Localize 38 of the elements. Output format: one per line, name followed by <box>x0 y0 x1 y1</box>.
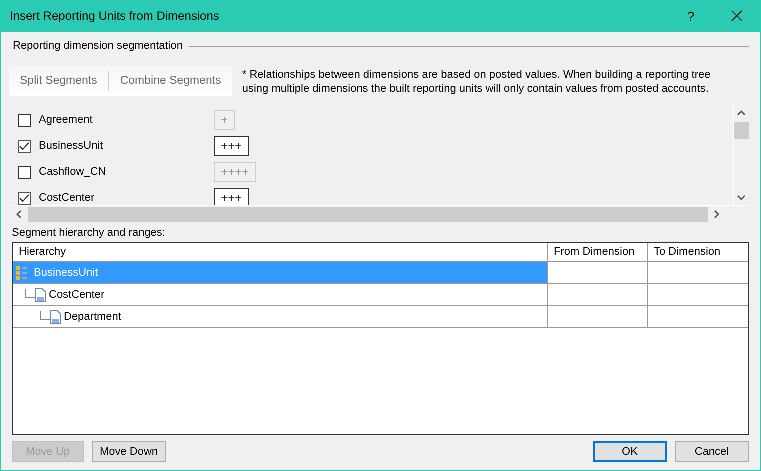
column-header: From Dimension <box>548 243 648 262</box>
tree-connector-icon <box>25 288 35 300</box>
tree-row[interactable]: Department <box>13 306 548 328</box>
scroll-down-icon[interactable] <box>737 195 746 201</box>
tree-connector-icon <box>40 310 50 322</box>
scroll-up-icon[interactable] <box>737 110 746 116</box>
dialog-button[interactable]: Move Down <box>92 441 166 462</box>
dimension-label: BusinessUnit <box>39 140 104 152</box>
document-icon <box>35 288 46 302</box>
scroll-thumb[interactable] <box>28 206 708 222</box>
dimension-label: Cashflow_CN <box>39 166 108 178</box>
tab[interactable]: Combine Segments <box>109 66 232 96</box>
dimension-label: CostCenter <box>39 192 96 204</box>
help-button[interactable]: ? <box>668 0 714 32</box>
document-icon <box>50 310 61 324</box>
window-title: Insert Reporting Units from Dimensions <box>10 9 220 23</box>
scroll-right-icon[interactable] <box>714 210 720 218</box>
tree-item-label: BusinessUnit <box>34 266 98 278</box>
segment-button[interactable]: +++ <box>214 188 250 205</box>
tree-item-label: CostCenter <box>49 288 105 300</box>
scroll-left-icon[interactable] <box>16 210 22 218</box>
tab[interactable]: Split Segments <box>9 66 108 96</box>
scroll-thumb[interactable] <box>734 122 749 139</box>
horizontal-scrollbar[interactable] <box>12 205 749 222</box>
dialog-button[interactable]: Cancel <box>675 441 749 462</box>
close-icon <box>731 10 743 22</box>
vertical-scrollbar[interactable] <box>733 104 749 205</box>
tree-row[interactable]: CostCenter <box>13 284 548 306</box>
dialog-button[interactable]: OK <box>593 441 667 462</box>
segment-button[interactable]: +++ <box>214 136 250 156</box>
column-header: To Dimension <box>648 243 748 262</box>
dimension-label: Agreement <box>39 114 94 126</box>
checkbox[interactable] <box>18 140 31 152</box>
tree-item-label: Department <box>64 310 122 322</box>
note-text: * Relationships between dimensions are based on posted values. When building a reporting tree using multiple dimensions the built reporting units will only contain values from posted accounts. <box>242 68 712 96</box>
checkbox[interactable] <box>18 192 31 204</box>
section-label: Segment hierarchy and ranges: <box>12 227 166 239</box>
group-label: Reporting dimension segmentation <box>13 40 183 52</box>
